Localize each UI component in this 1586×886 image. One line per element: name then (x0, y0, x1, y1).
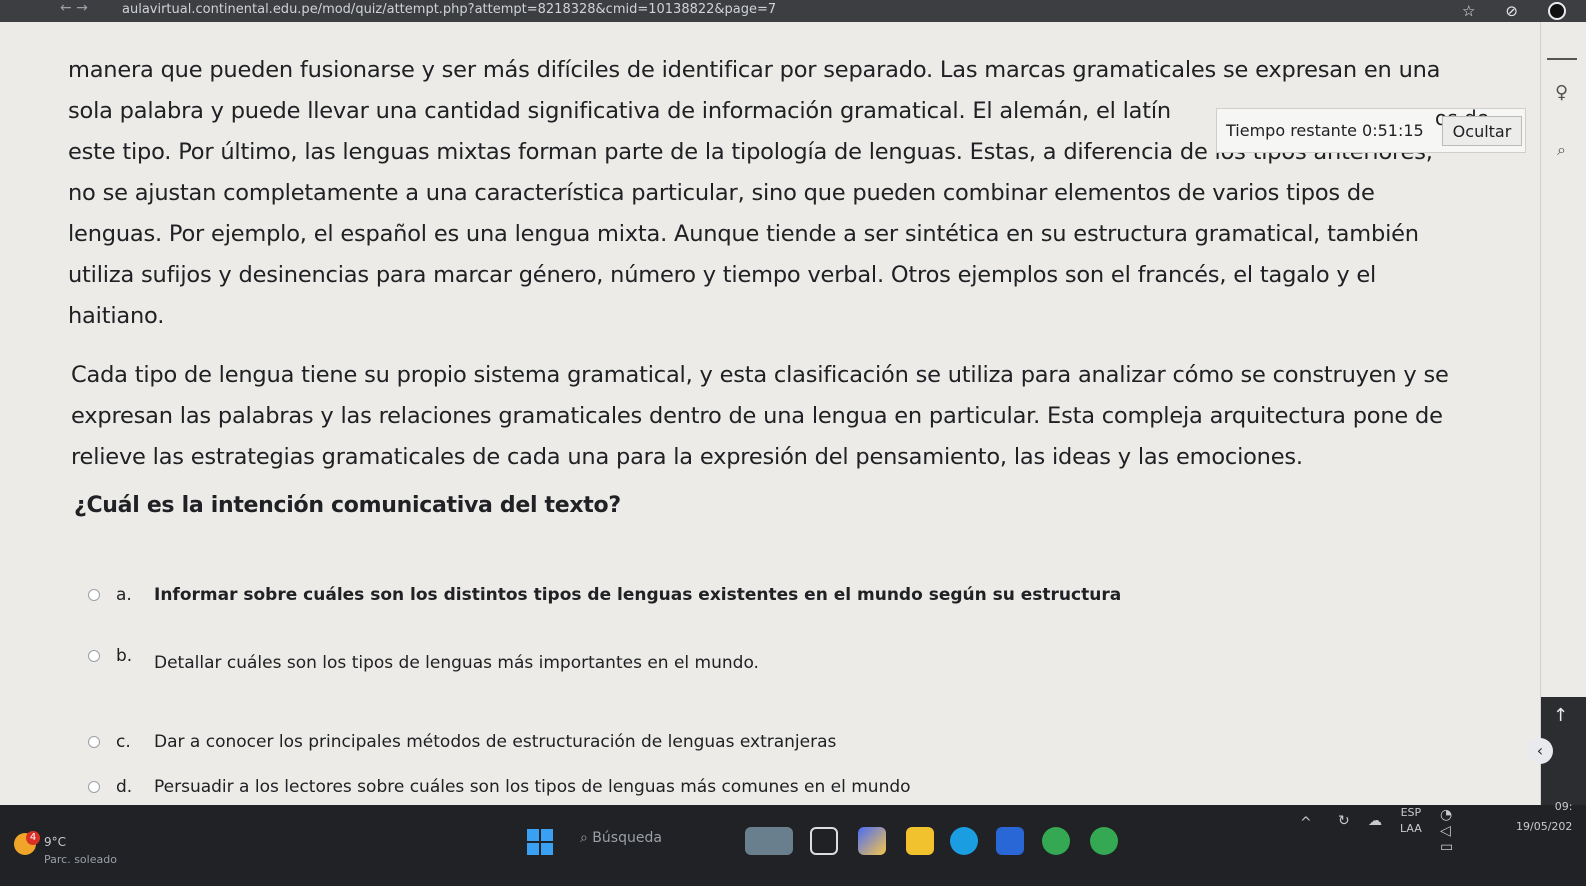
quiz-page: manera que pueden fusionarse y ser más d… (0, 22, 1540, 805)
menu-bar-icon[interactable] (1547, 58, 1577, 60)
weather-widget[interactable]: 4 9°C Parc. soleado (14, 831, 117, 866)
weather-temp: 9°C (44, 835, 67, 849)
answer-option-a[interactable]: a. Informar sobre cuáles son los distint… (88, 585, 1121, 605)
option-letter: b. (116, 646, 133, 666)
radio-button[interactable] (88, 736, 100, 748)
search-placeholder: Búsqueda (592, 830, 662, 846)
start-button[interactable] (527, 829, 553, 855)
timer-label: Tiempo restante 0:51:15 (1226, 121, 1424, 140)
clock[interactable]: 09: 19/05/202 (1516, 797, 1572, 837)
radio-button[interactable] (88, 781, 100, 793)
folder-icon[interactable] (906, 827, 934, 855)
back-forward-icon[interactable]: ← → (60, 0, 88, 16)
cloud-icon[interactable]: ☁ (1368, 813, 1382, 829)
reading-paragraph-2: Cada tipo de lengua tiene su propio sist… (71, 355, 1449, 478)
user-icon[interactable]: ♀ (1555, 82, 1568, 103)
option-letter: c. (116, 732, 131, 752)
copilot-icon[interactable] (858, 827, 886, 855)
paragraph-line: haitiano. (68, 303, 165, 329)
clock-time: 09: (1554, 800, 1573, 813)
chevron-up-icon[interactable]: ^ (1300, 815, 1312, 831)
answer-option-d[interactable]: d. Persuadir a los lectores sobre cuáles… (88, 777, 911, 797)
sync-icon[interactable]: ↻ (1338, 813, 1350, 829)
option-text[interactable]: Persuadir a los lectores sobre cuáles so… (154, 777, 911, 797)
reading-paragraph-1: manera que pueden fusionarse y ser más d… (68, 50, 1440, 337)
answer-option-b[interactable]: b. Detallar cuáles son los tipos de leng… (88, 639, 759, 673)
lang-layout: LAA (1400, 822, 1422, 835)
url-field[interactable]: aulavirtual.continental.edu.pe/mod/quiz/… (122, 2, 776, 17)
weather-condition: Parc. soleado (44, 853, 117, 866)
paragraph-line: utiliza sufijos y desinencias para marca… (68, 262, 1377, 288)
wifi-volume-battery-icons[interactable]: ◔ ◁ ▭ (1440, 807, 1453, 855)
time-remaining-panel: os de Tiempo restante 0:51:15 Ocultar (1216, 106, 1526, 153)
bookmark-star-icon[interactable]: ☆ (1462, 2, 1475, 20)
taskbar-search[interactable]: ⌕ Búsqueda (580, 830, 662, 846)
paragraph-line: lenguas. Por ejemplo, el español es una … (68, 221, 1419, 247)
option-letter: d. (116, 777, 133, 797)
hide-timer-button[interactable]: Ocultar (1442, 116, 1522, 146)
lang-code: ESP (1400, 806, 1422, 819)
option-text[interactable]: Detallar cuáles son los tipos de lenguas… (154, 653, 759, 673)
file-icon[interactable] (810, 827, 838, 855)
option-text[interactable]: Informar sobre cuáles son los distintos … (154, 585, 1121, 605)
profile-avatar[interactable] (1548, 2, 1566, 20)
option-text[interactable]: Dar a conocer los principales métodos de… (154, 732, 836, 752)
radio-button[interactable] (88, 650, 100, 662)
paragraph-line: relieve las estrategias gramaticales de … (71, 444, 1303, 470)
windows-taskbar: 4 9°C Parc. soleado ⌕ Búsqueda ^ ↻ ☁ ESP… (0, 800, 1586, 886)
paragraph-line: Cada tipo de lengua tiene su propio sist… (71, 362, 1449, 388)
clock-date: 19/05/202 (1516, 820, 1573, 833)
right-drawer-strip: ♀ ⌕ ↑ ‹ (1527, 22, 1586, 805)
store-icon[interactable] (996, 827, 1024, 855)
browser-address-bar: ← → aulavirtual.continental.edu.pe/mod/q… (0, 0, 1586, 22)
notification-badge: 4 (26, 831, 40, 845)
answer-option-c[interactable]: c. Dar a conocer los principales métodos… (88, 732, 836, 752)
drawer-toggle-icon[interactable]: ‹ (1527, 738, 1553, 764)
search-icon: ⌕ (580, 830, 593, 846)
language-indicator[interactable]: ESP LAA (1400, 805, 1422, 837)
scroll-up-icon[interactable]: ↑ (1553, 705, 1568, 726)
paragraph-line: manera que pueden fusionarse y ser más d… (68, 57, 1441, 83)
option-letter: a. (116, 585, 132, 605)
landscape-widget-icon[interactable] (745, 827, 793, 855)
extension-icon[interactable]: ⊘ (1505, 2, 1518, 20)
paragraph-line: expresan las palabras y las relaciones g… (71, 403, 1443, 429)
edge-icon[interactable] (950, 827, 978, 855)
question-text: ¿Cuál es la intención comunicativa del t… (74, 493, 621, 518)
radio-button[interactable] (88, 589, 100, 601)
search-icon[interactable]: ⌕ (1557, 140, 1566, 160)
paragraph-line: no se ajustan completamente a una caract… (68, 180, 1375, 206)
chrome-icon[interactable] (1042, 827, 1070, 855)
chrome-profile-icon[interactable] (1090, 827, 1118, 855)
